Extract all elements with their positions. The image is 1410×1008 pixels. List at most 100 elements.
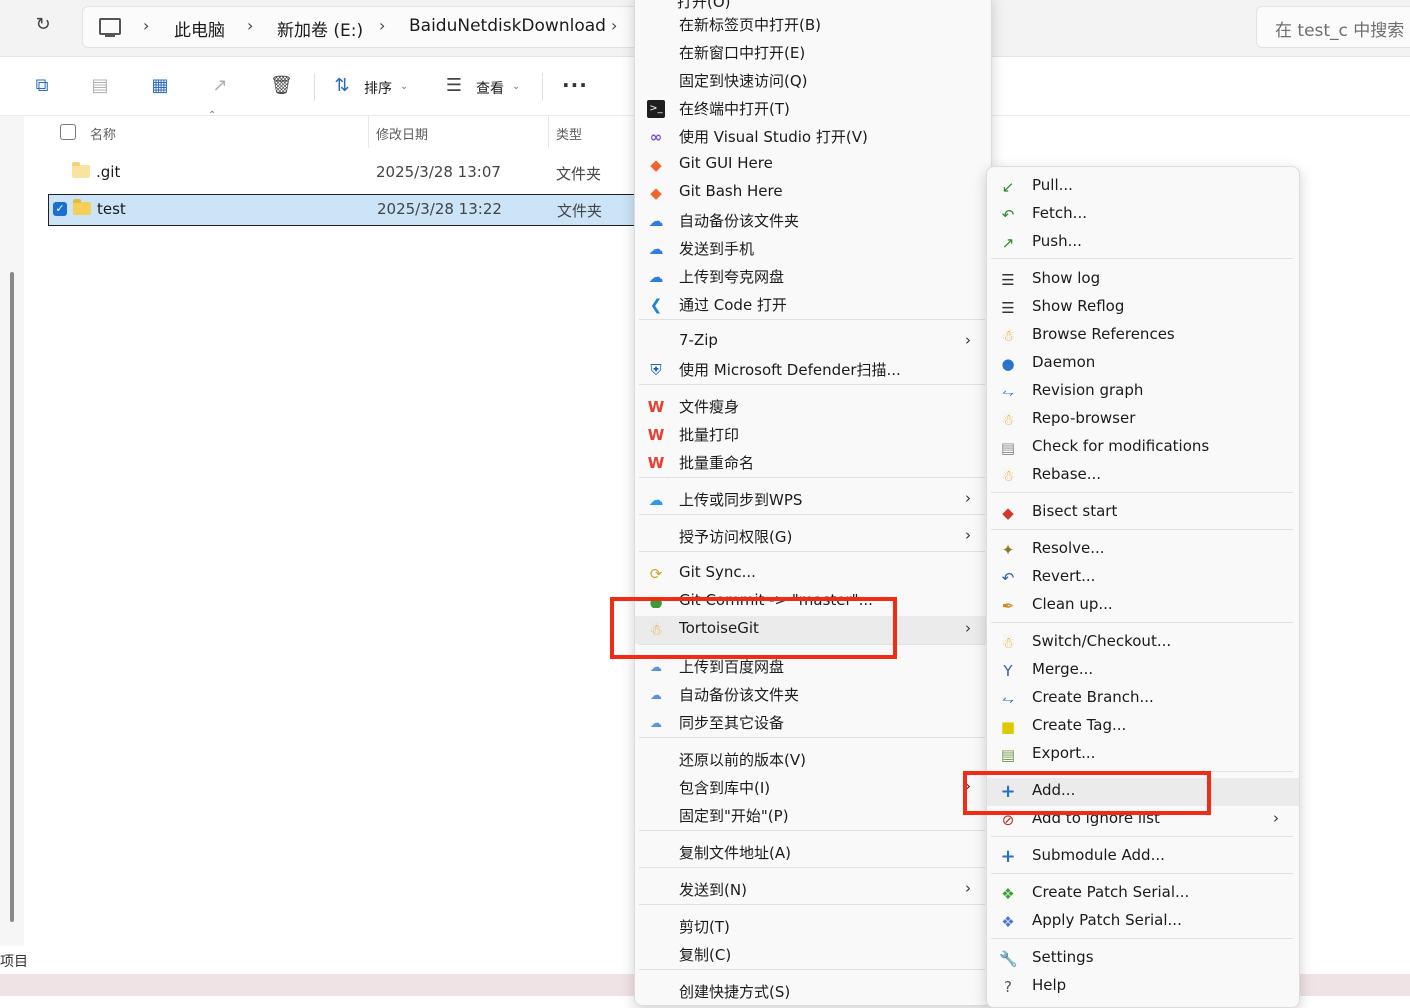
menu-item-revert[interactable]: ↶ Revert... [987,564,1299,592]
menu-item-grant-access[interactable]: 授予访问权限(G) › [635,523,991,551]
menu-item-repo-browser[interactable]: ☃ Repo-browser [987,406,1299,434]
refresh-icon[interactable]: ↻ [32,14,54,36]
menu-item-create-tag[interactable]: ■ Create Tag... [987,713,1299,741]
menu-item-resolve[interactable]: ✦ Resolve... [987,536,1299,564]
menu-item-copy[interactable]: 复制(C) [635,941,991,969]
folder-icon [73,199,91,215]
delete-icon[interactable]: 🗑 [270,76,293,96]
menu-item-apply-patch[interactable]: ❖ Apply Patch Serial... [987,908,1299,936]
menu-item-7zip[interactable]: 7-Zip › [635,328,991,356]
menu-item-git-commit[interactable]: ● Git Commit -> "master"... [635,588,991,608]
menu-item-upload-quark[interactable]: ☁ 上传到夸克网盘 [635,263,991,291]
file-row-test[interactable]: ✓ test 2025/3/28 13:22 文件夹 [48,194,640,226]
git-gui-icon: ◆ [650,156,662,174]
menu-item-cut[interactable]: 剪切(T) [635,913,991,941]
menu-item-open-visual-studio[interactable]: ∞ 使用 Visual Studio 打开(V) [635,123,991,151]
menu-item-pin-start[interactable]: 固定到"开始"(P) [635,802,991,830]
menu-item-add-ignore-list[interactable]: ⊘ Add to ignore list › [987,806,1299,834]
column-divider[interactable] [368,116,369,148]
view-icon[interactable]: ☰ [444,76,464,96]
file-row-git[interactable]: .git 2025/3/28 13:07 文件夹 [48,158,638,188]
rename-icon[interactable]: ▦ [150,76,170,96]
address-bar[interactable]: › 此电脑 › 新加卷 (E:) › BaiduNetdiskDownload … [82,6,644,48]
menu-item-add[interactable]: + Add... [987,778,1299,806]
breadcrumb-folder[interactable]: BaiduNetdiskDownload [409,16,606,36]
menu-item-clean-up[interactable]: ✒ Clean up... [987,592,1299,620]
breadcrumb-this-pc[interactable]: 此电脑 [174,16,225,41]
menu-item-create-branch[interactable]: ⥊ Create Branch... [987,685,1299,713]
menu-item-auto-backup[interactable]: ☁ 自动备份该文件夹 [635,207,991,235]
column-type[interactable]: 类型 [556,124,582,143]
select-all-checkbox[interactable] [60,124,76,140]
menu-item-fetch[interactable]: ↶ Fetch... [987,201,1299,229]
menu-item-file-slim[interactable]: W 文件瘦身 [635,393,991,421]
menu-item-auto-backup-baidu[interactable]: ☁ 自动备份该文件夹 [635,681,991,709]
menu-item-label: 7-Zip [679,331,718,349]
menu-item-bisect-start[interactable]: ◆ Bisect start [987,499,1299,527]
file-list-header: 名称 修改日期 类型 [48,116,638,148]
menu-item-push[interactable]: ↗ Push... [987,229,1299,257]
menu-item-revision-graph[interactable]: ⥊ Revision graph [987,378,1299,406]
menu-item-tortoisegit[interactable]: ☃ TortoiseGit › [635,616,991,644]
menu-item-create-patch[interactable]: ❖ Create Patch Serial... [987,880,1299,908]
menu-item-wps-sync[interactable]: ☁ 上传或同步到WPS › [635,486,991,514]
column-date[interactable]: 修改日期 [376,124,428,143]
more-options-button[interactable]: ··· [562,73,588,97]
menu-item-upload-baidu[interactable]: ☁ 上传到百度网盘 [635,653,991,681]
menu-item-git-gui[interactable]: ◆ Git GUI Here [635,151,991,179]
menu-item-daemon[interactable]: ● Daemon [987,350,1299,378]
menu-item-label: 在新窗口中打开(E) [679,44,806,62]
share-icon[interactable]: ↗ [210,76,230,96]
menu-item-browse-references[interactable]: ☃ Browse References [987,322,1299,350]
menu-item-rebase[interactable]: ☃ Rebase... [987,462,1299,490]
menu-item-pin-quick-access[interactable]: 固定到快速访问(Q) [635,67,991,95]
menu-item-create-shortcut[interactable]: 创建快捷方式(S) [635,978,991,1006]
sort-button[interactable]: 排序 [364,78,392,98]
menu-item-copy-path[interactable]: 复制文件地址(A) [635,839,991,867]
copy-icon[interactable]: ⧉ [32,76,52,96]
switch-icon: ☃ [1001,634,1015,652]
sort-icon[interactable]: ⇅ [332,76,352,96]
chevron-down-icon: ⌄ [512,81,521,92]
menu-item-pull[interactable]: ↙ Pull... [987,173,1299,201]
menu-item-check-modifications[interactable]: ▤ Check for modifications [987,434,1299,462]
view-button[interactable]: 查看 [476,78,504,98]
menu-item-open-terminal[interactable]: >_ 在终端中打开(T) [635,95,991,123]
status-text: 项目 [0,954,28,970]
menu-item-show-log[interactable]: ☰ Show log [987,266,1299,294]
chevron-right-icon: › [965,879,971,897]
menu-item-help[interactable]: ? Help [987,973,1299,1001]
menu-item-merge[interactable]: Y Merge... [987,657,1299,685]
menu-item-send-to[interactable]: 发送到(N) › [635,876,991,904]
menu-item-open-new-window[interactable]: 在新窗口中打开(E) [635,39,991,67]
menu-item-git-sync[interactable]: ⟳ Git Sync... [635,560,991,588]
menu-item-label: Show Reflog [1032,297,1125,315]
menu-item-git-bash[interactable]: ◆ Git Bash Here [635,179,991,207]
wps-icon: W [647,426,665,444]
menu-item-restore-versions[interactable]: 还原以前的版本(V) [635,746,991,774]
menu-item-batch-rename[interactable]: W 批量重命名 [635,449,991,477]
menu-item-label: Revision graph [1032,381,1144,399]
menu-item-send-to-phone[interactable]: ☁ 发送到手机 [635,235,991,263]
menu-item-open-new-tab[interactable]: 在新标签页中打开(B) [635,11,991,39]
scrollbar[interactable] [10,272,14,922]
menu-item-batch-print[interactable]: W 批量打印 [635,421,991,449]
menu-item-sync-devices[interactable]: ☁ 同步至其它设备 [635,709,991,737]
add-icon: + [1000,781,1016,802]
menu-item-submodule-add[interactable]: + Submodule Add... [987,843,1299,871]
menu-item-open-code[interactable]: ❮ 通过 Code 打开 [635,291,991,319]
menu-item-switch-checkout[interactable]: ☃ Switch/Checkout... [987,629,1299,657]
column-divider[interactable] [548,116,549,148]
menu-item-settings[interactable]: 🔧 Settings [987,945,1299,973]
tortoisegit-icon: ☃ [649,621,663,639]
menu-item-show-reflog[interactable]: ☰ Show Reflog [987,294,1299,322]
menu-item-defender-scan[interactable]: ⛨ 使用 Microsoft Defender扫描... [635,356,991,384]
breadcrumb-drive[interactable]: 新加卷 (E:) [277,16,363,41]
search-box[interactable]: 在 test_c 中搜索 [1256,6,1410,48]
menu-item-export[interactable]: ▤ Export... [987,741,1299,769]
checked-checkbox-icon[interactable]: ✓ [53,202,67,216]
column-name[interactable]: 名称 [90,124,116,143]
menu-item-label: Daemon [1032,353,1096,371]
paste-icon[interactable]: ▤ [90,76,110,96]
menu-item-include-library[interactable]: 包含到库中(I) › [635,774,991,802]
